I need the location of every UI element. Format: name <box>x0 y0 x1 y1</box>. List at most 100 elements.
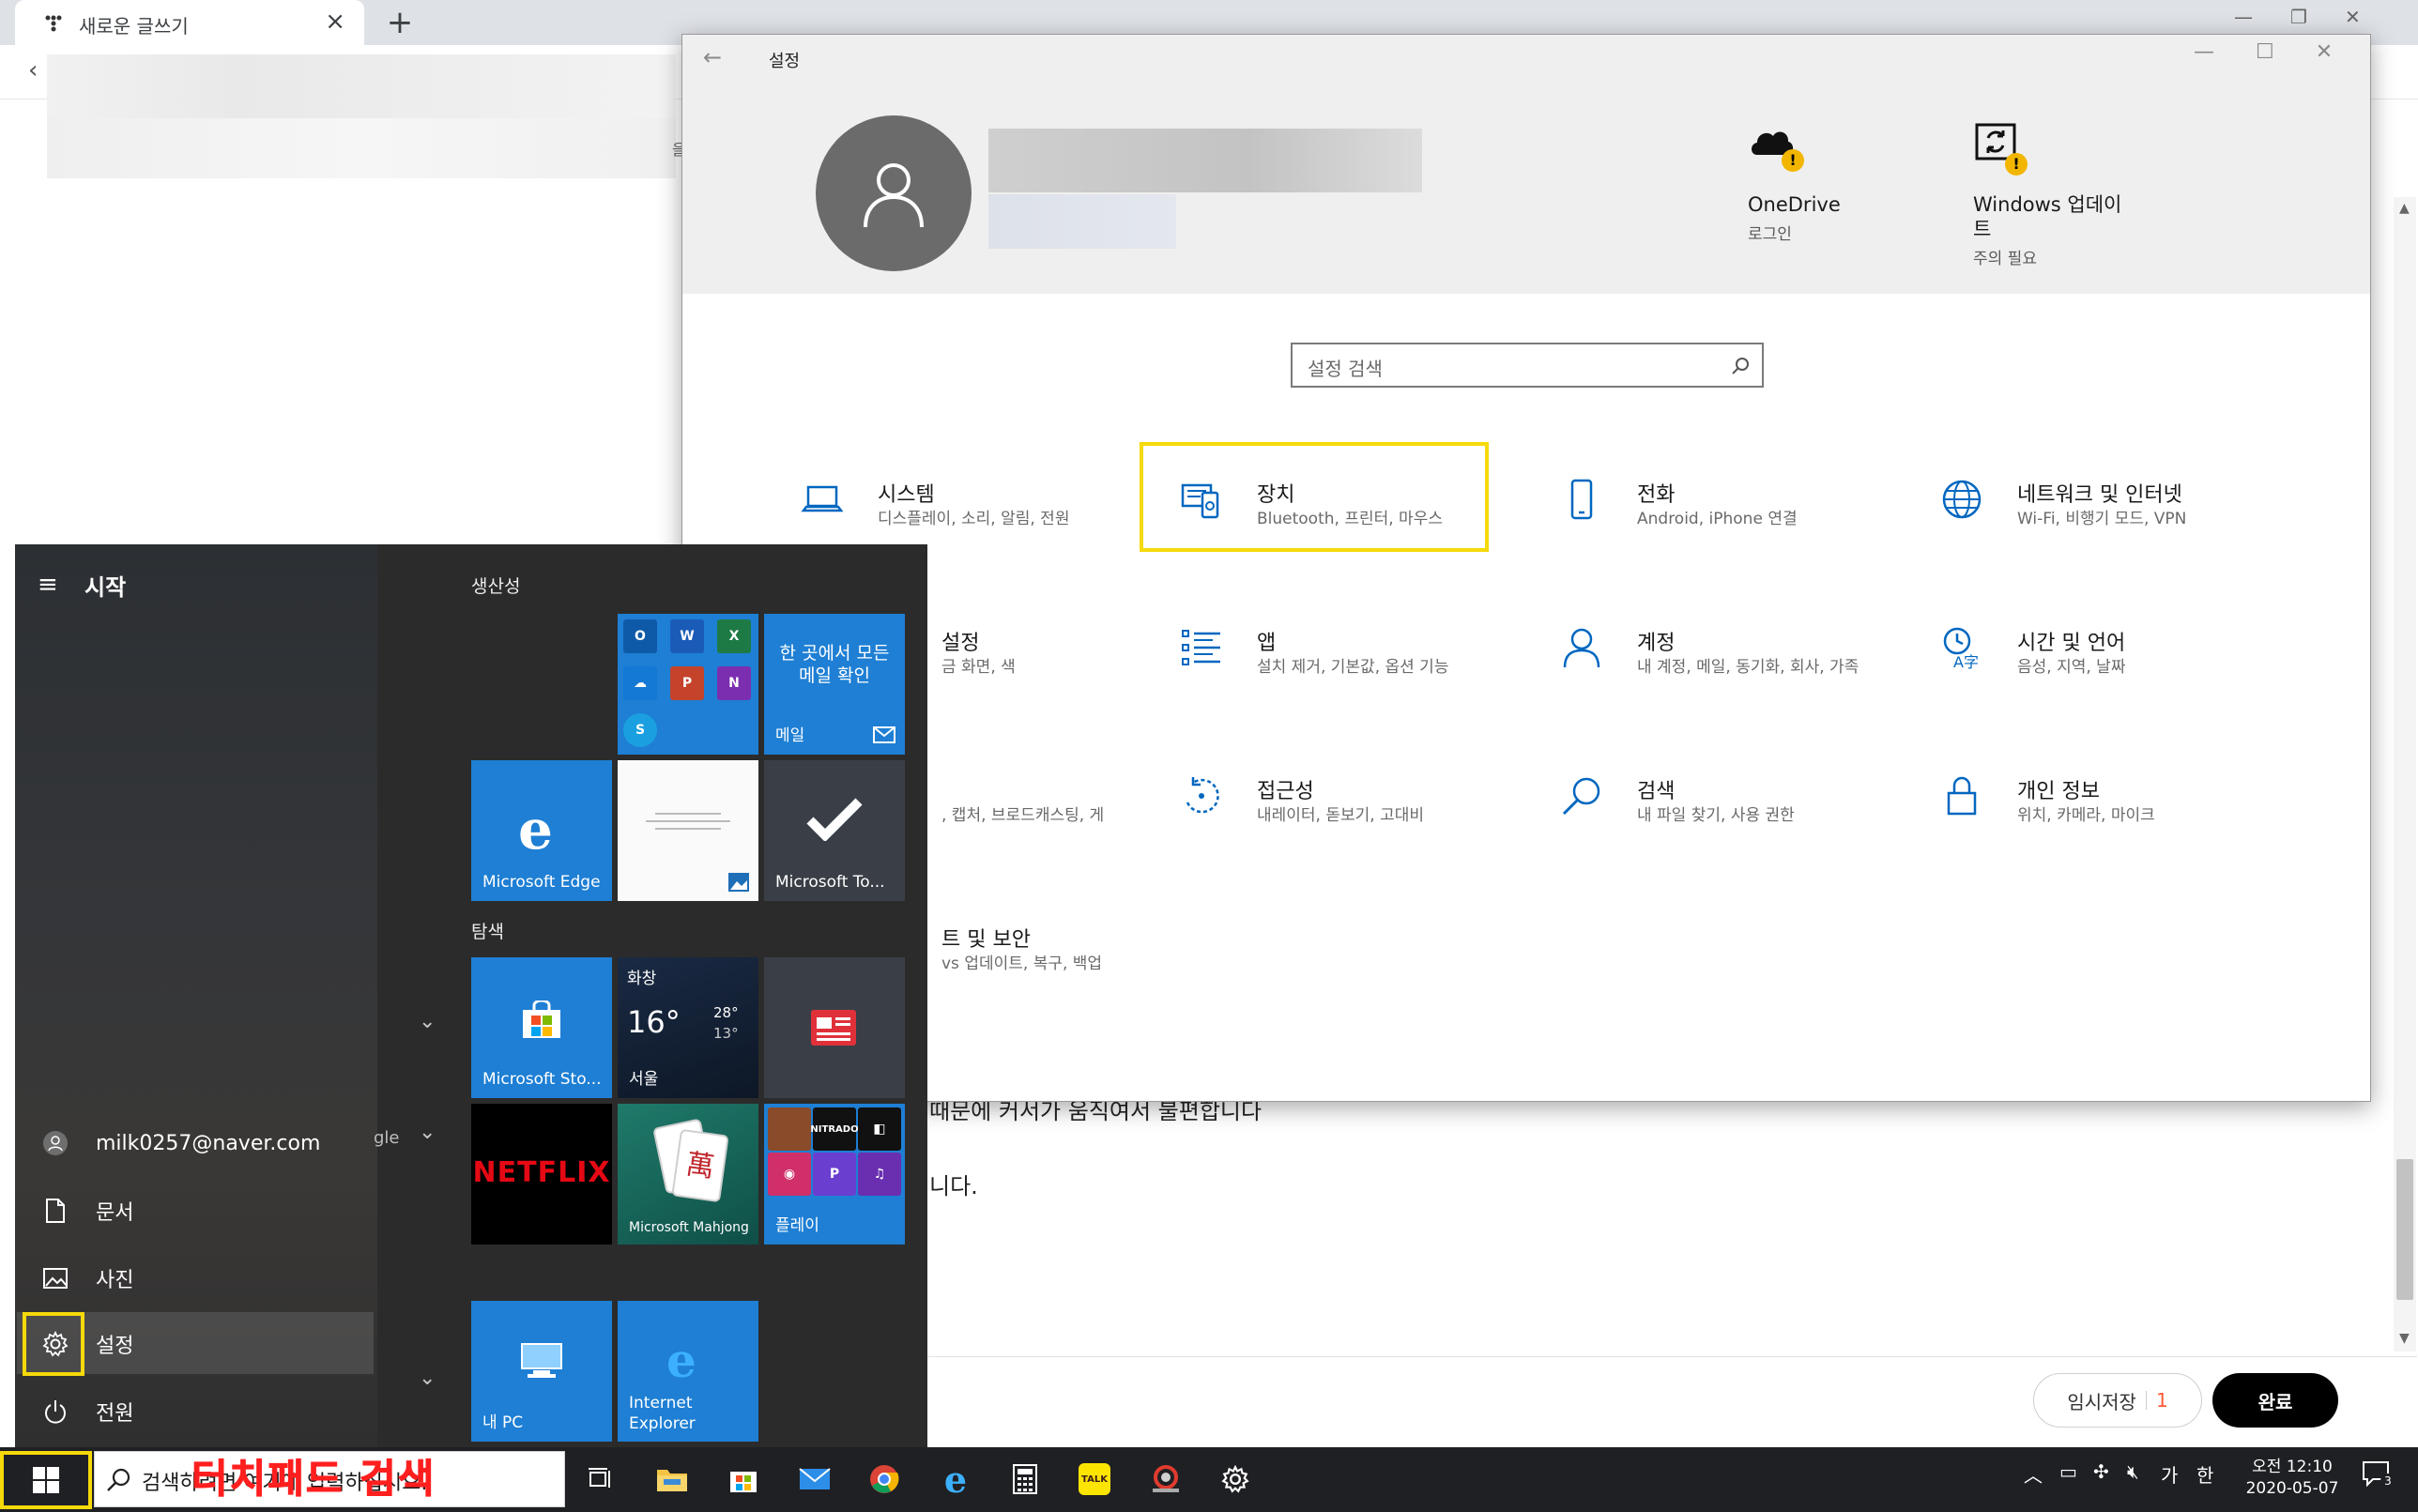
blurred-toolbar-region <box>47 54 676 118</box>
tile-group-productivity: 생산성 <box>471 576 521 597</box>
battery-icon[interactable]: ▭ <box>2059 1460 2077 1483</box>
hamburger-menu-icon[interactable]: ≡ <box>38 571 58 599</box>
chevron-down-icon[interactable]: ⌄ <box>419 1121 436 1144</box>
start-item-pictures[interactable]: 사진 <box>15 1246 377 1310</box>
kakaotalk-icon[interactable]: TALK <box>1072 1457 1117 1502</box>
apps-icon <box>1182 630 1220 665</box>
action-center-icon[interactable]: 3 <box>2362 1460 2395 1489</box>
windows-logo-icon <box>33 1467 59 1493</box>
tile-office-apps[interactable]: O W X ☁ P N S <box>618 614 758 755</box>
task-view-icon[interactable] <box>578 1457 623 1502</box>
onedrive-status[interactable]: ! OneDrive 로그인 <box>1748 121 1954 244</box>
category-search[interactable]: 검색 내 파일 찾기, 사용 권한 <box>1560 774 1898 868</box>
internet-explorer-icon[interactable]: e <box>933 1457 978 1502</box>
tile-netflix[interactable]: NETFLIX <box>471 1104 612 1245</box>
draft-count: 1 <box>2155 1389 2168 1412</box>
mail-tile-text: 한 곳에서 모든 메일 확인 <box>779 643 890 686</box>
category-subtitle: 내 계정, 메일, 동기화, 회사, 가족 <box>1637 658 1859 677</box>
file-explorer-icon[interactable] <box>650 1457 695 1502</box>
category-time-language[interactable]: A字 시간 및 언어 음성, 지역, 날짜 <box>1940 626 2278 720</box>
notification-count: 3 <box>2380 1474 2395 1489</box>
tile-mahjong[interactable]: 萬 Microsoft Mahjong <box>618 1104 758 1245</box>
start-button[interactable] <box>0 1451 92 1509</box>
tile-this-pc[interactable]: 내 PC <box>471 1301 612 1442</box>
weather-high: 28° <box>713 1004 739 1021</box>
tile-news[interactable] <box>764 957 905 1098</box>
windows-update-status[interactable]: ! Windows 업데이 트 주의 필요 <box>1973 121 2180 268</box>
tile-microsoft-todo[interactable]: Microsoft To... <box>764 760 905 901</box>
tile-play-folder[interactable]: NITRADO ◧ ◉ P ♫ 플레이 <box>764 1104 905 1245</box>
clock-time[interactable]: 오전 12:10 <box>2245 1453 2339 1476</box>
chrome-icon[interactable] <box>862 1457 907 1502</box>
netflix-logo: NETFLIX <box>472 1156 611 1189</box>
tab-close-icon[interactable]: × <box>325 8 345 36</box>
app-list-fragment: gle <box>374 1128 400 1148</box>
scroll-down-icon[interactable]: ▼ <box>2399 1331 2410 1346</box>
browser-tab[interactable]: 새로운 글쓰기 × <box>15 0 364 45</box>
clock-date[interactable]: 2020-05-07 <box>2238 1479 2347 1498</box>
network-icon[interactable]: ✣ <box>2093 1460 2109 1483</box>
settings-search-input[interactable]: 설정 검색 <box>1291 343 1764 388</box>
new-tab-button[interactable]: + <box>379 4 421 41</box>
complete-button[interactable]: 완료 <box>2212 1373 2338 1428</box>
onedrive-icon: ☁ <box>623 666 657 700</box>
tile-label: Microsoft Edge <box>482 873 601 892</box>
divider <box>2145 1391 2147 1410</box>
settings-window: ← 설정 — ☐ ✕ ! OneDrive 로그인 ! Windows 업데이 … <box>681 34 2371 1102</box>
maximize-icon[interactable]: ☐ <box>2256 40 2274 64</box>
category-title: 시간 및 언어 <box>2017 632 2126 655</box>
mail-app-icon[interactable] <box>792 1457 837 1502</box>
category-privacy[interactable]: 개인 정보 위치, 카메라, 마이크 <box>1940 774 2278 868</box>
weather-temperature: 16° <box>627 1004 681 1040</box>
tile-microsoft-store[interactable]: Microsoft Sto... <box>471 957 612 1098</box>
excel-icon: X <box>717 619 751 653</box>
tile-weather[interactable]: 화창 16° 28° 13° 서울 <box>618 957 758 1098</box>
start-item-documents[interactable]: 문서 <box>15 1179 377 1243</box>
category-ease-of-access[interactable]: 접근성 내레이터, 돋보기, 고대비 <box>1180 774 1518 868</box>
category-phone[interactable]: 전화 Android, iPhone 연결 <box>1560 478 1898 572</box>
save-draft-button[interactable]: 임시저장 1 <box>2033 1373 2202 1428</box>
microsoft-store-icon[interactable] <box>721 1457 766 1502</box>
start-user-account[interactable]: milk0257@naver.com <box>15 1111 377 1175</box>
ime-hangul-indicator[interactable]: 한 <box>2196 1460 2213 1488</box>
start-item-power[interactable]: 전원 <box>15 1380 377 1443</box>
calculator-icon[interactable] <box>1002 1457 1048 1502</box>
browser-back-icon[interactable]: ‹ <box>28 56 38 84</box>
category-network[interactable]: 네트워크 및 인터넷 Wi-Fi, 비행기 모드, VPN <box>1940 478 2278 572</box>
category-subtitle: Wi-Fi, 비행기 모드, VPN <box>2017 510 2187 528</box>
tile-photos[interactable] <box>618 760 758 901</box>
weather-city: 서울 <box>629 1070 659 1089</box>
close-icon[interactable]: ✕ <box>2316 40 2333 64</box>
back-arrow-icon[interactable]: ← <box>703 44 722 70</box>
scroll-up-icon[interactable]: ▲ <box>2399 201 2410 216</box>
start-item-label: 설정 <box>96 1335 134 1358</box>
category-accounts[interactable]: 계정 내 계정, 메일, 동기화, 회사, 가족 <box>1560 626 1898 720</box>
minimize-icon[interactable]: — <box>2194 40 2214 64</box>
computer-icon <box>521 1343 562 1378</box>
tile-mail[interactable]: 한 곳에서 모든 메일 확인 메일 <box>764 614 905 755</box>
screen-capture-app-icon[interactable] <box>1143 1457 1188 1502</box>
tile-microsoft-edge[interactable]: e Microsoft Edge <box>471 760 612 901</box>
avatar[interactable] <box>816 115 972 271</box>
close-icon[interactable]: ✕ <box>2345 6 2361 28</box>
category-title: 검색 <box>1637 780 1676 803</box>
category-title: 트 및 보안 <box>941 928 1031 952</box>
tile-internet-explorer[interactable]: e Internet Explorer <box>618 1301 758 1442</box>
category-title: 접근성 <box>1257 780 1314 803</box>
edge-icon: e <box>518 798 553 862</box>
minimize-icon[interactable]: — <box>2234 6 2253 28</box>
store-bag-icon <box>523 1000 560 1038</box>
category-apps[interactable]: 앱 설치 제거, 기본값, 옵션 기능 <box>1180 626 1518 720</box>
ime-mode-indicator[interactable]: 가 <box>2161 1460 2178 1488</box>
chevron-down-icon[interactable]: ⌄ <box>419 1367 436 1390</box>
chevron-down-icon[interactable]: ⌄ <box>419 1010 436 1033</box>
settings-gear-icon[interactable] <box>1213 1457 1258 1502</box>
restore-icon[interactable]: ❐ <box>2290 6 2307 28</box>
time-language-icon: A字 <box>1943 627 1979 669</box>
windows-update-sub: 주의 필요 <box>1973 250 2037 268</box>
editor-scrollbar-thumb[interactable] <box>2396 1159 2413 1300</box>
speaker-muted-icon[interactable]: 🔇︎ <box>2127 1460 2139 1483</box>
show-hidden-icons-chevron-icon[interactable]: ︿ <box>2024 1460 2043 1488</box>
category-title: 설정 <box>941 632 980 655</box>
skype-icon: S <box>623 713 657 747</box>
